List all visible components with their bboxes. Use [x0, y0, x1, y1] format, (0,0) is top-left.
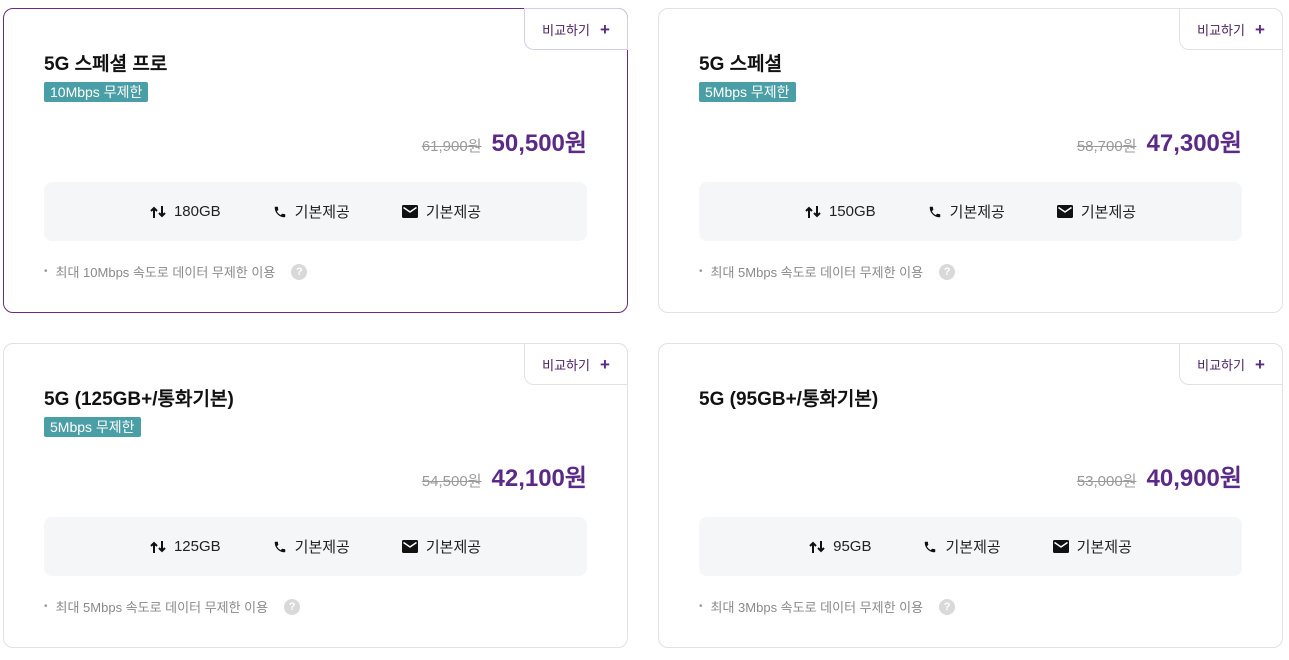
- help-icon[interactable]: ?: [284, 598, 301, 615]
- feature-sms-value: 기본제공: [425, 539, 482, 556]
- plan-note-text: 최대 10Mbps 속도로 데이터 무제한 이용: [55, 265, 276, 280]
- price-row: 58,700원 47,300원: [1077, 123, 1242, 158]
- plan-title: 5G 스페셜 프로: [44, 54, 168, 75]
- envelope-icon: [1052, 540, 1069, 553]
- plus-icon: +: [1254, 19, 1265, 39]
- phone-icon: [929, 206, 940, 217]
- original-price: 53,000원: [1076, 473, 1137, 490]
- price-row: 61,900원 50,500원: [422, 123, 587, 158]
- feature-sms: 기본제공: [1056, 201, 1137, 222]
- feature-sms: 기본제공: [1052, 536, 1132, 557]
- compare-button[interactable]: 비교하기 +: [1179, 8, 1283, 50]
- feature-voice-value: 기본제공: [294, 204, 350, 221]
- plan-note: • 최대 5Mbps 속도로 데이터 무제한 이용 ?: [699, 262, 956, 281]
- plan-note: • 최대 5Mbps 속도로 데이터 무제한 이용 ?: [44, 597, 301, 616]
- feature-sms-value: 기본제공: [425, 204, 482, 221]
- feature-data-value: 180GB: [173, 203, 221, 220]
- plan-title: 5G (125GB+/통화기본): [44, 389, 234, 410]
- feature-voice: 기본제공: [928, 201, 1005, 222]
- compare-button[interactable]: 비교하기 +: [524, 343, 628, 385]
- envelope-icon: [1056, 205, 1073, 218]
- plan-title: 5G 스페셜: [699, 54, 783, 75]
- plus-icon: +: [599, 354, 610, 374]
- data-arrows-icon: [805, 205, 821, 218]
- discount-price: 47,300원: [1146, 130, 1243, 157]
- feature-box: 180GB 기본제공 기본제공: [44, 182, 587, 241]
- compare-label: 비교하기: [542, 357, 590, 373]
- plan-note: • 최대 10Mbps 속도로 데이터 무제한 이용 ?: [44, 262, 308, 281]
- plan-card[interactable]: 비교하기 + 5G (95GB+/통화기본) 53,000원 40,900원 9…: [658, 343, 1283, 648]
- compare-label: 비교하기: [1197, 357, 1245, 373]
- feature-data-value: 125GB: [173, 538, 221, 555]
- original-price: 61,900원: [421, 138, 482, 155]
- phone-icon: [925, 541, 936, 552]
- feature-data-value: 150GB: [828, 203, 876, 220]
- price-row: 54,500원 42,100원: [422, 458, 587, 493]
- feature-voice-value: 기본제공: [945, 539, 1001, 556]
- feature-data: 180GB: [150, 203, 221, 220]
- feature-voice-value: 기본제공: [294, 539, 350, 556]
- speed-badge: 5Mbps 무제한: [44, 417, 141, 437]
- feature-data-value: 95GB: [833, 538, 872, 555]
- plus-icon: +: [1254, 354, 1265, 374]
- plan-card[interactable]: 비교하기 + 5G 스페셜 프로 10Mbps 무제한 61,900원 50,5…: [3, 8, 628, 313]
- feature-sms: 기본제공: [401, 201, 482, 222]
- speed-badge: 5Mbps 무제한: [699, 82, 796, 102]
- compare-button[interactable]: 비교하기 +: [1179, 343, 1283, 385]
- feature-box: 95GB 기본제공 기본제공: [699, 517, 1242, 576]
- plan-title: 5G (95GB+/통화기본): [699, 389, 879, 410]
- plus-icon: +: [599, 19, 610, 39]
- feature-data: 125GB: [150, 538, 221, 555]
- plan-note-text: 최대 5Mbps 속도로 데이터 무제한 이용: [55, 600, 269, 615]
- feature-sms-value: 기본제공: [1076, 539, 1132, 556]
- feature-voice: 기본제공: [273, 536, 350, 557]
- envelope-icon: [401, 205, 418, 218]
- plan-note-text: 최대 3Mbps 속도로 데이터 무제한 이용: [710, 600, 924, 615]
- feature-data: 150GB: [805, 203, 876, 220]
- data-arrows-icon: [150, 205, 166, 218]
- feature-voice: 기본제공: [923, 536, 1001, 557]
- discount-price: 50,500원: [491, 130, 588, 157]
- help-icon[interactable]: ?: [291, 263, 308, 280]
- envelope-icon: [401, 540, 418, 553]
- speed-badge: 10Mbps 무제한: [44, 82, 149, 102]
- feature-sms: 기본제공: [401, 536, 482, 557]
- feature-data: 95GB: [809, 538, 871, 555]
- plan-card[interactable]: 비교하기 + 5G (125GB+/통화기본) 5Mbps 무제한 54,500…: [3, 343, 628, 648]
- feature-voice-value: 기본제공: [949, 204, 1005, 221]
- compare-button[interactable]: 비교하기 +: [524, 8, 628, 50]
- feature-box: 125GB 기본제공 기본제공: [44, 517, 587, 576]
- plan-note-text: 최대 5Mbps 속도로 데이터 무제한 이용: [710, 265, 924, 280]
- original-price: 58,700원: [1076, 138, 1137, 155]
- data-arrows-icon: [150, 540, 166, 553]
- compare-label: 비교하기: [542, 22, 590, 38]
- phone-icon: [274, 206, 285, 217]
- feature-voice: 기본제공: [273, 201, 350, 222]
- plan-note: • 최대 3Mbps 속도로 데이터 무제한 이용 ?: [699, 597, 956, 616]
- help-icon[interactable]: ?: [939, 598, 956, 615]
- discount-price: 40,900원: [1146, 465, 1243, 492]
- phone-icon: [274, 541, 285, 552]
- original-price: 54,500원: [421, 473, 482, 490]
- data-arrows-icon: [809, 540, 825, 553]
- discount-price: 42,100원: [491, 465, 588, 492]
- compare-label: 비교하기: [1197, 22, 1245, 38]
- feature-box: 150GB 기본제공 기본제공: [699, 182, 1242, 241]
- feature-sms-value: 기본제공: [1080, 204, 1137, 221]
- plan-card[interactable]: 비교하기 + 5G 스페셜 5Mbps 무제한 58,700원 47,300원 …: [658, 8, 1283, 313]
- help-icon[interactable]: ?: [939, 263, 956, 280]
- price-row: 53,000원 40,900원: [1077, 458, 1242, 493]
